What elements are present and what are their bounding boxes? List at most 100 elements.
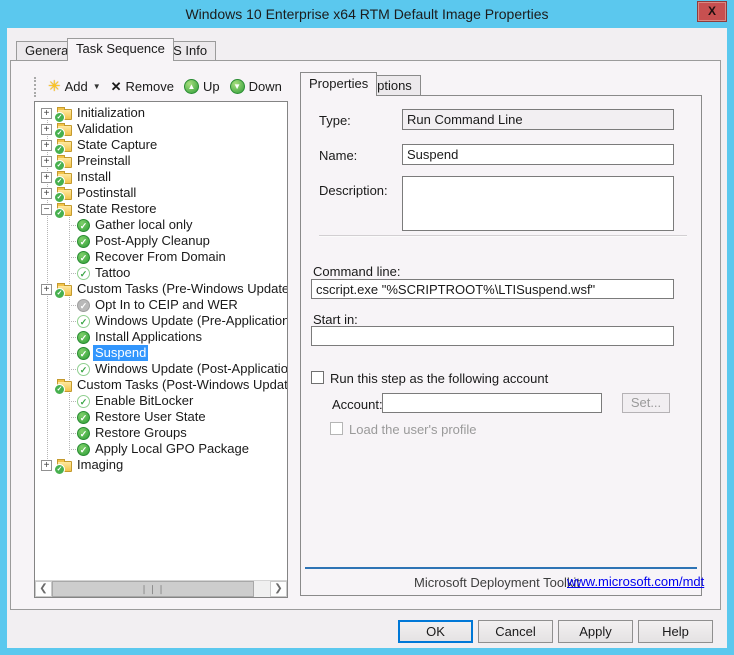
- run-as-label: Run this step as the following account: [330, 371, 548, 386]
- arrow-up-icon: ▲: [184, 79, 199, 94]
- remove-x-icon: ✕: [111, 80, 122, 94]
- arrow-down-icon: ▼: [230, 79, 245, 94]
- up-button[interactable]: ▲ Up: [179, 77, 225, 96]
- expander-icon[interactable]: +: [41, 172, 52, 183]
- mdt-footer-text: Microsoft Deployment Toolkit: [414, 575, 580, 590]
- tree-item[interactable]: Apply Local GPO Package: [35, 441, 287, 457]
- down-button-label: Down: [249, 79, 282, 94]
- tree-item[interactable]: + Postinstall: [35, 185, 287, 201]
- check-icon: [77, 251, 90, 264]
- task-sequence-tree: + Initialization + Validation + State Ca…: [34, 101, 288, 598]
- tree-item[interactable]: Restore User State: [35, 409, 287, 425]
- expander-icon[interactable]: +: [41, 140, 52, 151]
- tree-item[interactable]: Windows Update (Post-Application Install…: [35, 361, 287, 377]
- type-field: [402, 109, 674, 130]
- tree-item[interactable]: Post-Apply Cleanup: [35, 233, 287, 249]
- run-as-checkbox[interactable]: [311, 371, 324, 384]
- tree-item[interactable]: Custom Tasks (Post-Windows Update): [35, 377, 287, 393]
- dialog-client-area: General Task Sequence OS Info ✳ Add ▼ ✕ …: [7, 28, 727, 648]
- tab-properties[interactable]: Properties: [300, 72, 377, 96]
- tree-item[interactable]: + State Capture: [35, 137, 287, 153]
- tree-item-label: Gather local only: [93, 217, 195, 233]
- folder-icon: [57, 173, 72, 184]
- ok-button[interactable]: OK: [398, 620, 473, 643]
- tree-item-label: Postinstall: [75, 185, 138, 201]
- folder-icon: [57, 381, 72, 392]
- apply-button[interactable]: Apply: [558, 620, 633, 643]
- check-icon: [77, 395, 90, 408]
- tree-item[interactable]: Suspend: [35, 345, 287, 361]
- set-button: Set...: [622, 393, 670, 413]
- command-line-field[interactable]: [311, 279, 674, 299]
- expander-icon[interactable]: −: [41, 204, 52, 215]
- tree-item[interactable]: − State Restore: [35, 201, 287, 217]
- down-button[interactable]: ▼ Down: [225, 77, 287, 96]
- folder-icon: [57, 285, 72, 296]
- tree-item-label: Install Applications: [93, 329, 204, 345]
- name-label: Name:: [319, 148, 357, 163]
- tree-item[interactable]: Windows Update (Pre-Application Installa…: [35, 313, 287, 329]
- mdt-footer-link[interactable]: www.microsoft.com/mdt: [567, 574, 704, 589]
- tree-item[interactable]: + Initialization: [35, 105, 287, 121]
- tree-item-label: Apply Local GPO Package: [93, 441, 251, 457]
- tree-item-label: Custom Tasks (Post-Windows Update): [75, 377, 288, 393]
- expander-icon[interactable]: +: [41, 284, 52, 295]
- tree-item[interactable]: + Custom Tasks (Pre-Windows Update): [35, 281, 287, 297]
- folder-icon: [57, 141, 72, 152]
- tree-item[interactable]: Opt In to CEIP and WER: [35, 297, 287, 313]
- description-field[interactable]: [402, 176, 674, 231]
- check-icon: [77, 363, 90, 376]
- dialog-window: Windows 10 Enterprise x64 RTM Default Im…: [0, 0, 734, 655]
- close-button[interactable]: X: [697, 1, 727, 22]
- tree-item[interactable]: Enable BitLocker: [35, 393, 287, 409]
- remove-button[interactable]: ✕ Remove: [106, 77, 179, 96]
- horizontal-scrollbar[interactable]: ❮ ❘❘❘ ❯: [35, 580, 287, 597]
- scroll-right-icon[interactable]: ❯: [270, 581, 287, 597]
- scroll-left-icon[interactable]: ❮: [35, 581, 52, 597]
- expander-icon[interactable]: +: [41, 124, 52, 135]
- scrollbar-grip-icon: ❘❘❘: [140, 584, 166, 594]
- scrollbar-thumb[interactable]: ❘❘❘: [52, 581, 254, 597]
- help-button[interactable]: Help: [638, 620, 713, 643]
- expander-icon[interactable]: +: [41, 156, 52, 167]
- cancel-button[interactable]: Cancel: [478, 620, 553, 643]
- title-bar[interactable]: Windows 10 Enterprise x64 RTM Default Im…: [0, 0, 734, 28]
- tree-item[interactable]: Gather local only: [35, 217, 287, 233]
- name-field[interactable]: [402, 144, 674, 165]
- tab-task-sequence[interactable]: Task Sequence: [67, 38, 174, 61]
- add-button[interactable]: ✳ Add ▼: [43, 77, 106, 96]
- expander-icon[interactable]: +: [41, 108, 52, 119]
- check-icon: [77, 347, 90, 360]
- account-label: Account:: [332, 397, 383, 412]
- tree-item[interactable]: Tattoo: [35, 265, 287, 281]
- check-icon: [77, 219, 90, 232]
- tree-item-label: Enable BitLocker: [93, 393, 195, 409]
- expander-icon[interactable]: +: [41, 460, 52, 471]
- tree-item-label: Suspend: [93, 345, 148, 361]
- account-field: [382, 393, 602, 413]
- tree-item-label: Install: [75, 169, 113, 185]
- type-label: Type:: [319, 113, 351, 128]
- mdt-divider-line: [305, 567, 697, 569]
- tree-item[interactable]: Install Applications: [35, 329, 287, 345]
- start-in-field[interactable]: [311, 326, 674, 346]
- check-icon: [77, 315, 90, 328]
- tree-item[interactable]: + Validation: [35, 121, 287, 137]
- tree-item[interactable]: Restore Groups: [35, 425, 287, 441]
- tree-item[interactable]: + Preinstall: [35, 153, 287, 169]
- toolbar-grip: [34, 77, 37, 97]
- tree-item[interactable]: Recover From Domain: [35, 249, 287, 265]
- up-button-label: Up: [203, 79, 220, 94]
- scrollbar-track[interactable]: [254, 581, 270, 597]
- window-title: Windows 10 Enterprise x64 RTM Default Im…: [0, 6, 734, 22]
- tree-item-label: State Capture: [75, 137, 159, 153]
- check-icon: [77, 427, 90, 440]
- check-icon: [77, 443, 90, 456]
- expander-icon[interactable]: +: [41, 188, 52, 199]
- tree-item[interactable]: + Imaging: [35, 457, 287, 473]
- tree-item[interactable]: + Install: [35, 169, 287, 185]
- folder-icon: [57, 205, 72, 216]
- check-icon: [77, 331, 90, 344]
- tree-item-label: Windows Update (Pre-Application Installa…: [93, 313, 288, 329]
- check-icon: [77, 267, 90, 280]
